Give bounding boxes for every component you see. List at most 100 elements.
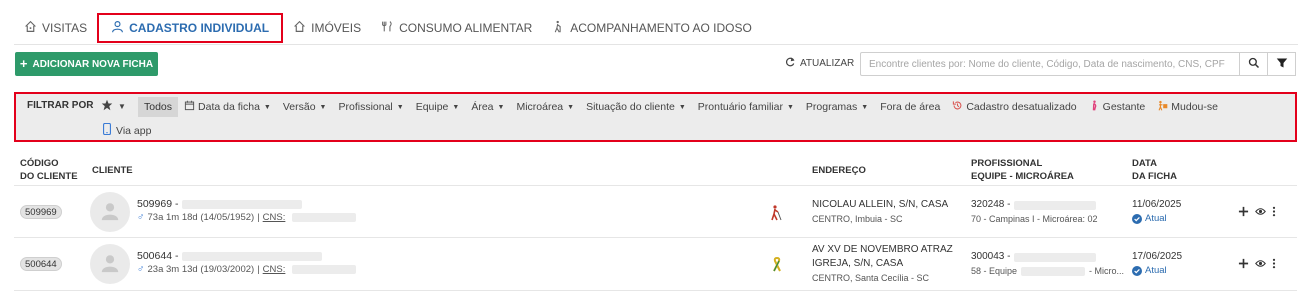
address-line: NICOLAU ALLEIN, S/N, CASA — [812, 199, 949, 210]
client-info: ♂ 73a 1m 18d (14/05/1952) | CNS: — [137, 212, 357, 223]
date-value: 17/06/2025 — [1132, 251, 1183, 262]
row-divider — [14, 290, 1297, 291]
filter-data-da-ficha[interactable]: Data da ficha ▼ — [178, 97, 277, 117]
more-vertical-icon[interactable] — [1272, 258, 1276, 269]
address-line: IGREJA, S/N, CASA — [812, 258, 904, 269]
cutlery-icon — [381, 20, 394, 36]
client-name[interactable]: 500644 - — [137, 250, 323, 262]
refresh-icon — [784, 56, 796, 71]
tab-label: CONSUMO ALIMENTAR — [399, 21, 533, 35]
redacted-cns — [292, 265, 357, 274]
filter-area[interactable]: Área ▼ — [465, 97, 510, 117]
team-microarea: 58 - Equipe - Micro... — [971, 264, 1124, 278]
search-icon — [1248, 57, 1260, 72]
filter-todos[interactable]: Todos — [138, 97, 179, 117]
client-code-prefix: 500644 - — [137, 250, 179, 262]
header-codigo[interactable]: CÓDIGO DO CLIENTE — [20, 157, 78, 183]
date-value: 11/06/2025 — [1132, 199, 1182, 210]
header-profissional[interactable]: PROFISSIONAL EQUIPE - MICROÁREA — [971, 157, 1074, 183]
address: AV XV DE NOVEMBRO ATRAZ IGREJA, S/N, CAS… — [812, 243, 953, 285]
redacted-name — [182, 199, 303, 209]
redacted-name — [182, 251, 323, 261]
filter-gestante[interactable]: Gestante — [1083, 97, 1152, 117]
refresh-label: ATUALIZAR — [800, 58, 855, 69]
house-icon — [24, 20, 37, 36]
row-actions — [1238, 206, 1276, 217]
tab-cadastro-individual[interactable]: CADASTRO INDIVIDUAL — [97, 13, 284, 43]
add-new-record-button[interactable]: + ADICIONAR NOVA FICHA — [15, 52, 158, 76]
client-age: 73a 1m 18d (14/05/1952) — [147, 212, 255, 223]
chip-label: Situação do cliente — [586, 101, 675, 113]
professional: 320248 - 70 - Campinas I - Microárea: 02 — [971, 198, 1098, 226]
client-name[interactable]: 509969 - — [137, 198, 303, 210]
elderly-icon — [552, 20, 565, 36]
chevron-down-icon: ▼ — [452, 103, 460, 111]
history-icon — [952, 100, 963, 114]
filter-mudou-se[interactable]: Mudou-se — [1151, 97, 1224, 117]
chip-label: Prontuário familiar — [697, 101, 783, 113]
separator: | — [257, 264, 260, 275]
tab-divider — [14, 44, 1298, 45]
refresh-button[interactable]: ATUALIZAR — [784, 56, 854, 71]
person-silhouette-icon — [99, 252, 121, 277]
via-app-label: Via app — [116, 124, 152, 137]
filter-via-app[interactable]: Via app — [102, 122, 152, 138]
eye-icon[interactable] — [1255, 206, 1266, 217]
chevron-down-icon: ▼ — [118, 102, 126, 111]
status-badge: Atual — [1132, 264, 1182, 278]
filter-microarea[interactable]: Microárea ▼ — [510, 97, 580, 117]
filter-equipe[interactable]: Equipe ▼ — [410, 97, 466, 117]
tab-label: ACOMPANHAMENTO AO IDOSO — [570, 21, 752, 35]
header-endereco[interactable]: ENDEREÇO — [812, 164, 866, 177]
search-button[interactable] — [1239, 52, 1268, 76]
tab-visitas[interactable]: VISITAS — [14, 14, 97, 42]
tab-acompanhamento-idoso[interactable]: ACOMPANHAMENTO AO IDOSO — [542, 14, 762, 42]
redacted-professional — [1014, 200, 1097, 210]
home-icon — [293, 20, 306, 36]
avatar — [90, 244, 130, 284]
add-icon[interactable] — [1238, 258, 1249, 269]
filter-cadastro-desatualizado[interactable]: Cadastro desatualizado — [946, 97, 1082, 117]
chevron-down-icon: ▼ — [786, 103, 794, 111]
tab-consumo-alimentar[interactable]: CONSUMO ALIMENTAR — [371, 14, 542, 42]
status-label: Atual — [1145, 265, 1167, 276]
chip-label: Microárea — [516, 101, 564, 113]
tab-imoveis[interactable]: IMÓVEIS — [283, 14, 371, 42]
address-district: CENTRO, Imbuia - SC — [812, 214, 903, 224]
filter-versao[interactable]: Versão ▼ — [277, 97, 333, 117]
filter-profissional[interactable]: Profissional ▼ — [332, 97, 409, 117]
plus-icon: + — [19, 56, 28, 71]
client-info: ♂ 23a 3m 13d (19/03/2002) | CNS: — [137, 264, 357, 275]
client-code-badge: 509969 — [20, 205, 62, 219]
filter-toggle-button[interactable] — [1267, 52, 1296, 76]
record-date: 17/06/2025 Atual — [1132, 250, 1182, 278]
professional: 300043 - 58 - Equipe - Micro... — [971, 250, 1124, 278]
favorites-dropdown[interactable]: ▼ — [101, 99, 126, 114]
filter-chips: Todos Data da ficha ▼ Versão ▼ Profissiona… — [138, 96, 1224, 118]
filter-fora-de-area[interactable]: Fora de área — [874, 97, 946, 117]
separator: | — [257, 212, 260, 223]
tab-bar: VISITAS CADASTRO INDIVIDUAL IMÓVEIS CONS… — [14, 12, 762, 44]
filter-situacao-cliente[interactable]: Situação do cliente ▼ — [580, 97, 692, 117]
chip-label: Versão — [282, 101, 316, 113]
avatar — [90, 192, 130, 232]
eye-icon[interactable] — [1255, 258, 1266, 269]
filter-prontuario-familiar[interactable]: Prontuário familiar ▼ — [692, 97, 800, 117]
header-data[interactable]: DATA DA FICHA — [1132, 157, 1177, 183]
filter-programas[interactable]: Programas ▼ — [800, 97, 874, 117]
more-vertical-icon[interactable] — [1272, 206, 1276, 217]
row-divider — [14, 237, 1297, 238]
add-icon[interactable] — [1238, 206, 1249, 217]
header-codigo-line1: CÓDIGO — [20, 158, 59, 169]
redacted-team — [1021, 266, 1086, 276]
search-input[interactable] — [860, 52, 1240, 76]
team-microarea: 70 - Campinas I - Microárea: 02 — [971, 214, 1098, 224]
microarea-truncated: - Micro... — [1089, 266, 1125, 276]
chevron-down-icon: ▼ — [861, 103, 869, 111]
check-circle-icon — [1132, 214, 1142, 224]
filter-label: FILTRAR POR — [27, 100, 94, 111]
header-cliente[interactable]: CLIENTE — [92, 164, 133, 177]
professional-code: 300043 - — [971, 251, 1011, 262]
header-codigo-line2: DO CLIENTE — [20, 171, 78, 182]
calendar-icon — [184, 100, 195, 114]
